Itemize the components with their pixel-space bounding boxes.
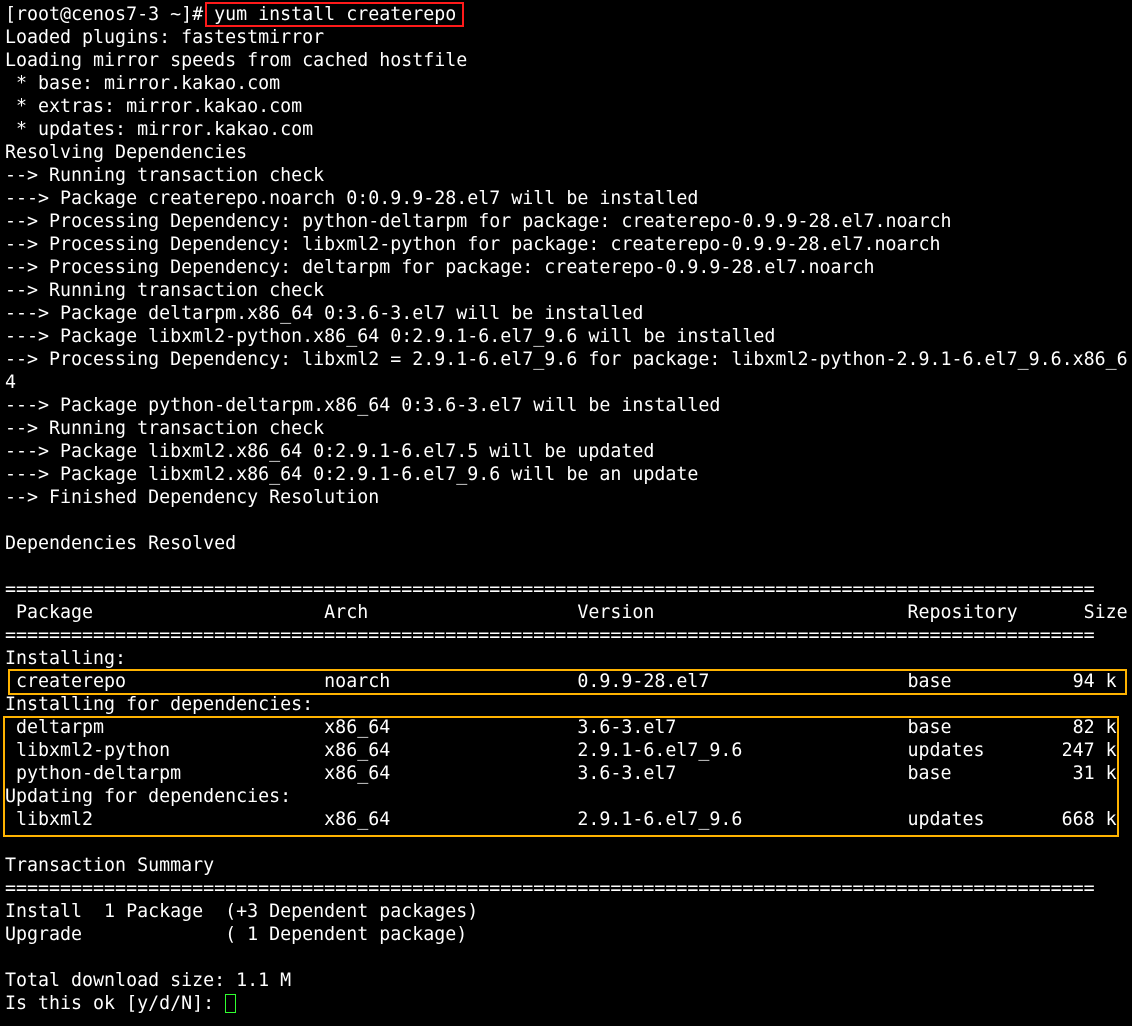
input-prompt: Is this ok [y/d/N]:: [5, 993, 226, 1014]
terminal-line: --> Running transaction check: [5, 418, 325, 439]
terminal-line: --> Processing Dependency: deltarpm for …: [5, 257, 875, 278]
terminal-window[interactable]: [root@cenos7-3 ~]# yum install createrep…: [0, 0, 1132, 1026]
terminal-line: Loaded plugins: fastestmirror: [5, 27, 325, 48]
terminal-line: Install 1 Package (+3 Dependent packages…: [5, 901, 479, 922]
terminal-line: 4: [5, 372, 17, 393]
cursor[interactable]: [225, 994, 236, 1013]
dependencies-highlight-box: [3, 716, 1119, 837]
terminal-line: Resolving Dependencies: [5, 142, 248, 163]
terminal-line: ---> Package libxml2.x86_64 0:2.9.1-6.el…: [5, 441, 655, 462]
terminal-line: --> Processing Dependency: libxml2-pytho…: [5, 234, 941, 255]
install-highlight-box: [8, 669, 1127, 695]
table-separator: ========================================…: [5, 579, 1095, 600]
terminal-line: --> Processing Dependency: python-deltar…: [5, 211, 952, 232]
terminal-line: --> Finished Dependency Resolution: [5, 487, 380, 508]
terminal-line: * base: mirror.kakao.com: [5, 73, 281, 94]
command-highlight-box: [205, 2, 464, 27]
terminal-line: Transaction Summary: [5, 855, 215, 876]
terminal-line: Loading mirror speeds from cached hostfi…: [5, 50, 468, 71]
terminal-line: --> Running transaction check: [5, 280, 325, 301]
table-section-label: Installing:: [5, 648, 127, 669]
table-separator: ========================================…: [5, 878, 1095, 899]
terminal-line: ---> Package libxml2.x86_64 0:2.9.1-6.el…: [5, 464, 699, 485]
terminal-line: --> Running transaction check: [5, 165, 325, 186]
terminal-line: ---> Package libxml2-python.x86_64 0:2.9…: [5, 326, 776, 347]
terminal-line: Total download size: 1.1 M: [5, 970, 292, 991]
table-separator: ========================================…: [5, 625, 1095, 646]
terminal-line: Upgrade ( 1 Dependent package): [5, 924, 468, 945]
terminal-line: * extras: mirror.kakao.com: [5, 96, 303, 117]
terminal-line: ---> Package python-deltarpm.x86_64 0:3.…: [5, 395, 721, 416]
terminal-line: Dependencies Resolved: [5, 533, 237, 554]
table-section-label: Installing for dependencies:: [5, 694, 314, 715]
table-header: Package Arch Version Repository Size: [5, 602, 1128, 623]
terminal-line: * updates: mirror.kakao.com: [5, 119, 314, 140]
terminal-line: --> Processing Dependency: libxml2 = 2.9…: [5, 349, 1128, 370]
terminal-line: ---> Package createrepo.noarch 0:0.9.9-2…: [5, 188, 699, 209]
terminal-line: ---> Package deltarpm.x86_64 0:3.6-3.el7…: [5, 303, 644, 324]
